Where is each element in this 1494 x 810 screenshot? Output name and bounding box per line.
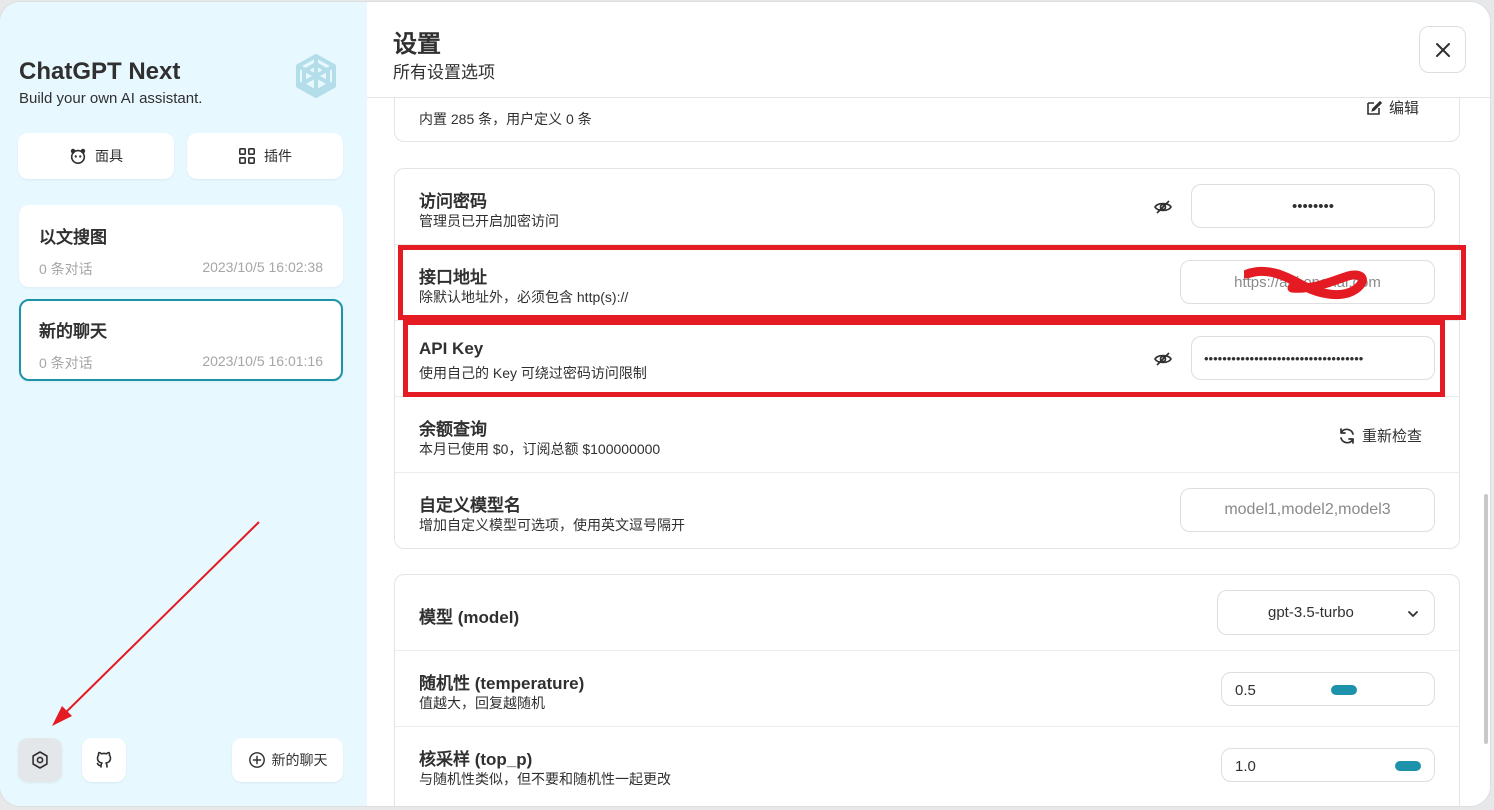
new-chat-button-label: 新的聊天 (271, 752, 328, 768)
recheck-button[interactable]: 重新检查 (1338, 425, 1422, 446)
brand-title: ChatGPT Next (19, 58, 181, 85)
custom-models-row: 自定义模型名 增加自定义模型可选项，使用英文逗号隔开 model1,model2… (395, 473, 1459, 548)
api-key-title: API Key (419, 339, 484, 358)
endpoint-description: 除默认地址外，必须包含 http(s):// (419, 289, 629, 305)
temperature-title: 随机性 (temperature) (419, 674, 585, 693)
mask-button[interactable]: 面具 (18, 133, 174, 179)
github-button[interactable] (82, 738, 126, 782)
eye-off-icon[interactable] (1153, 197, 1173, 217)
brand-subtitle: Build your own AI assistant. (19, 90, 203, 107)
api-key-row: API Key 使用自己的 Key 可绕过密码访问限制 ••••••••••••… (395, 321, 1459, 397)
new-chat-button[interactable]: 新的聊天 (232, 738, 343, 782)
access-code-title: 访问密码 (419, 192, 487, 211)
access-code-input[interactable]: •••••••• (1191, 184, 1435, 228)
top-p-description: 与随机性类似，但不要和随机性一起更改 (419, 771, 671, 787)
scrollbar[interactable] (1484, 494, 1488, 744)
chat-title: 新的聊天 (39, 322, 107, 341)
gear-icon (32, 751, 48, 769)
grid-icon (238, 147, 256, 165)
page-title: 设置 (393, 31, 441, 58)
model-card: 模型 (model) gpt-3.5-turbo 随机性 (temperatur… (394, 574, 1460, 806)
settings-panel: 设置 所有设置选项 内置 285 条，用户定义 0 条 编辑 访问密码 管理员已… (367, 2, 1490, 806)
redaction-scribble (1244, 266, 1367, 300)
app-window: ChatGPT Next Build your own AI assistant… (0, 2, 1490, 806)
custom-models-title: 自定义模型名 (419, 496, 521, 515)
chat-list-item-selected[interactable]: 新的聊天 0 条对话 2023/10/5 16:01:16 (19, 299, 343, 381)
settings-button[interactable] (18, 738, 62, 782)
temperature-slider[interactable]: 0.5 (1221, 672, 1435, 706)
top-p-slider-thumb[interactable] (1395, 761, 1421, 771)
top-p-value: 1.0 (1235, 758, 1256, 775)
model-select[interactable]: gpt-3.5-turbo (1217, 590, 1435, 635)
temperature-description: 值越大，回复越随机 (419, 695, 545, 711)
eye-off-icon[interactable] (1153, 349, 1173, 369)
plugin-button-label: 插件 (264, 148, 292, 164)
close-icon (1435, 42, 1450, 57)
chevron-down-icon (1408, 611, 1418, 617)
usage-description: 本月已使用 $0，订阅总额 $100000000 (419, 441, 661, 457)
mask-icon (70, 148, 86, 165)
mask-button-label: 面具 (95, 148, 123, 164)
top-p-slider[interactable]: 1.0 (1221, 748, 1435, 782)
api-key-description: 使用自己的 Key 可绕过密码访问限制 (419, 365, 647, 381)
github-icon (96, 751, 112, 768)
access-code-description: 管理员已开启加密访问 (419, 213, 559, 229)
custom-models-description: 增加自定义模型可选项，使用英文逗号隔开 (419, 517, 685, 533)
settings-header: 设置 所有设置选项 (367, 2, 1490, 98)
top-p-row: 核采样 (top_p) 与随机性类似，但不要和随机性一起更改 1.0 (395, 727, 1459, 806)
prompt-list-row: 内置 285 条，用户定义 0 条 编辑 (395, 98, 1459, 141)
model-select-value: gpt-3.5-turbo (1268, 604, 1354, 621)
chat-count: 0 条对话 (39, 355, 93, 371)
chat-time: 2023/10/5 16:02:38 (202, 259, 323, 275)
endpoint-title: 接口地址 (419, 268, 487, 287)
temperature-value: 0.5 (1235, 682, 1256, 699)
edit-icon (1367, 100, 1383, 115)
edit-prompts-label: 编辑 (1389, 100, 1420, 117)
chat-title: 以文搜图 (39, 228, 107, 247)
annotation-arrow (52, 521, 260, 726)
chat-list-item[interactable]: 以文搜图 0 条对话 2023/10/5 16:02:38 (19, 205, 343, 287)
refresh-icon (1340, 427, 1354, 444)
openai-logo-icon (296, 54, 336, 98)
settings-scroll-area[interactable]: 内置 285 条，用户定义 0 条 编辑 访问密码 管理员已开启加密访问 •••… (367, 98, 1490, 806)
chat-count: 0 条对话 (39, 261, 93, 277)
plugin-button[interactable]: 插件 (187, 133, 343, 179)
usage-title: 余额查询 (419, 420, 487, 439)
temperature-row: 随机性 (temperature) 值越大，回复越随机 0.5 (395, 651, 1459, 727)
api-key-input[interactable]: ••••••••••••••••••••••••••••••••••• (1191, 336, 1435, 380)
add-circle-icon (248, 752, 265, 768)
model-row: 模型 (model) gpt-3.5-turbo (395, 575, 1459, 651)
top-p-title: 核采样 (top_p) (419, 750, 533, 769)
edit-prompts-button[interactable]: 编辑 (1365, 98, 1419, 118)
api-card: 访问密码 管理员已开启加密访问 •••••••• 接口地址 除默认地址外，必须包… (394, 168, 1460, 549)
recheck-label: 重新检查 (1361, 428, 1422, 445)
sidebar: ChatGPT Next Build your own AI assistant… (0, 2, 367, 806)
page-subtitle: 所有设置选项 (393, 63, 495, 82)
close-button[interactable] (1419, 26, 1466, 73)
chat-time: 2023/10/5 16:01:16 (202, 353, 323, 369)
model-title: 模型 (model) (419, 608, 520, 627)
prompt-list-description: 内置 285 条，用户定义 0 条 (419, 111, 592, 127)
access-code-row: 访问密码 管理员已开启加密访问 •••••••• (395, 169, 1459, 245)
usage-row: 余额查询 本月已使用 $0，订阅总额 $100000000 重新检查 (395, 397, 1459, 473)
temperature-slider-thumb[interactable] (1331, 685, 1357, 695)
prompt-card: 内置 285 条，用户定义 0 条 编辑 (394, 98, 1460, 142)
custom-models-input[interactable]: model1,model2,model3 (1180, 488, 1435, 532)
